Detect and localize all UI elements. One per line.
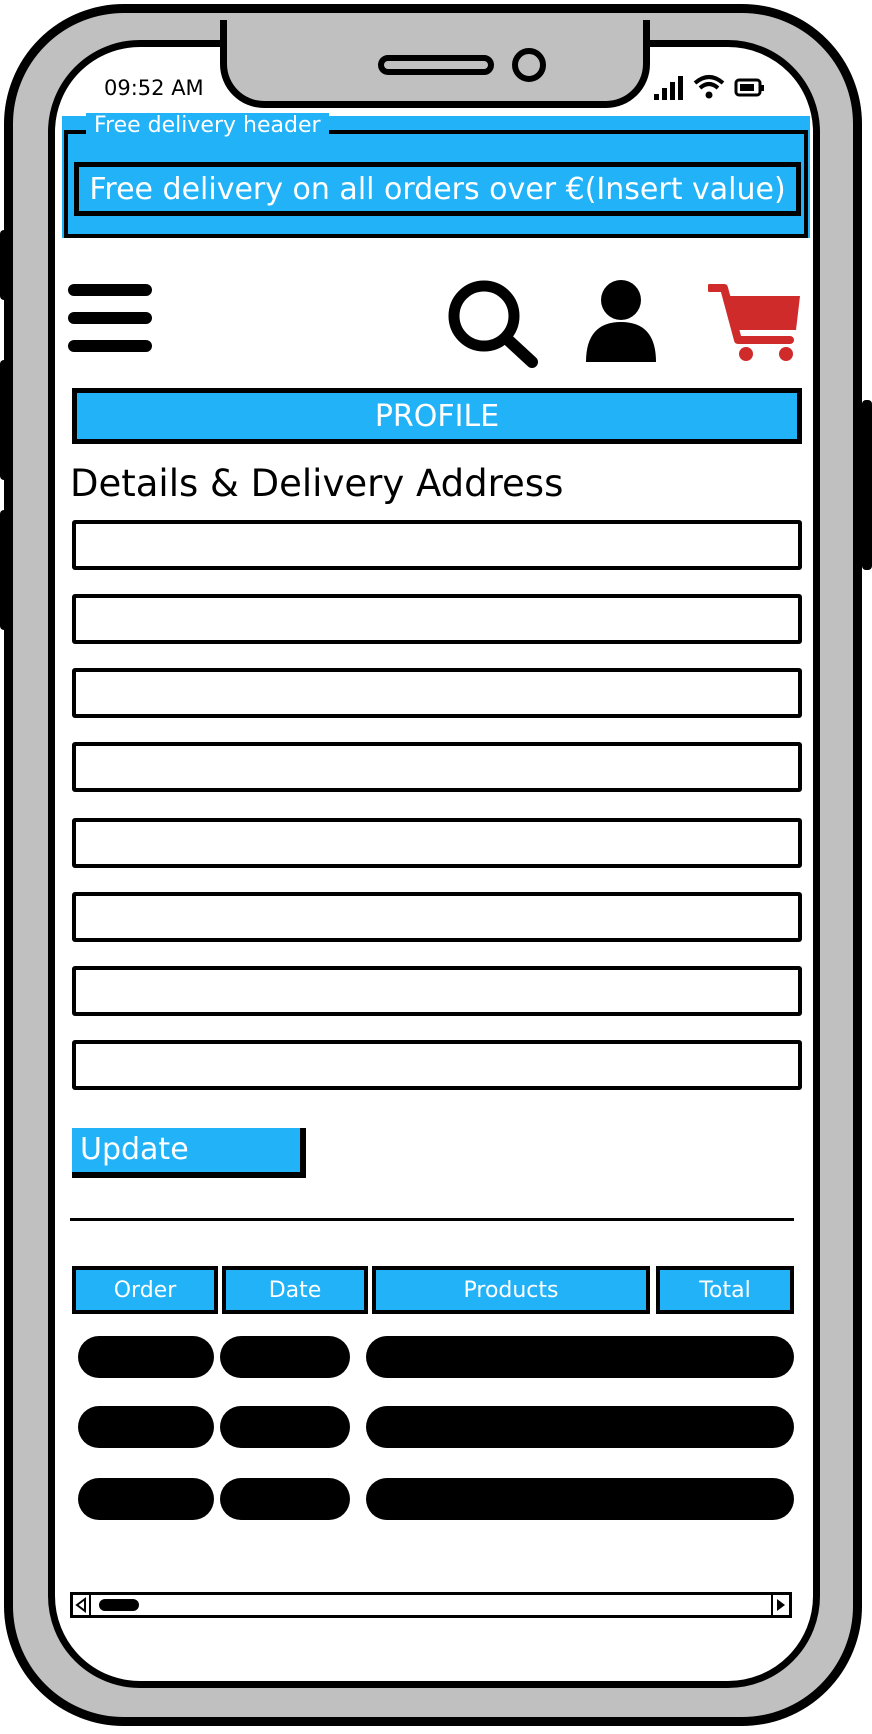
table-cell-scribble bbox=[658, 1336, 794, 1378]
scroll-left-arrow-icon[interactable] bbox=[73, 1595, 91, 1615]
profile-button[interactable]: PROFILE bbox=[72, 388, 802, 444]
details-field-4[interactable] bbox=[72, 742, 802, 792]
section-divider bbox=[70, 1218, 794, 1221]
free-delivery-banner[interactable]: Free delivery on all orders over €(Inser… bbox=[74, 162, 801, 216]
table-cell-scribble bbox=[220, 1406, 350, 1448]
table-row[interactable] bbox=[72, 1330, 794, 1384]
mute-switch bbox=[0, 230, 10, 300]
table-cell-scribble bbox=[78, 1478, 214, 1520]
wifi-icon bbox=[693, 75, 725, 99]
column-header-date[interactable]: Date bbox=[222, 1266, 368, 1314]
hamburger-icon[interactable] bbox=[68, 284, 152, 356]
user-icon[interactable] bbox=[584, 278, 658, 364]
details-field-8[interactable] bbox=[72, 1040, 802, 1090]
details-field-5[interactable] bbox=[72, 818, 802, 868]
horizontal-scrollbar[interactable] bbox=[70, 1592, 792, 1618]
free-delivery-header-label: Free delivery header bbox=[86, 113, 329, 138]
signal-icon bbox=[654, 76, 683, 100]
power-button bbox=[862, 400, 872, 570]
details-field-6[interactable] bbox=[72, 892, 802, 942]
details-field-2[interactable] bbox=[72, 594, 802, 644]
speaker-icon bbox=[378, 55, 494, 75]
status-time: 09:52 AM bbox=[104, 76, 204, 100]
table-cell-scribble bbox=[658, 1406, 794, 1448]
details-field-7[interactable] bbox=[72, 966, 802, 1016]
details-field-3[interactable] bbox=[72, 668, 802, 718]
column-header-order[interactable]: Order bbox=[72, 1266, 218, 1314]
table-cell-scribble bbox=[78, 1336, 214, 1378]
details-section-title: Details & Delivery Address bbox=[70, 462, 564, 505]
battery-icon bbox=[734, 78, 764, 97]
details-field-1[interactable] bbox=[72, 520, 802, 570]
scroll-right-arrow-icon[interactable] bbox=[771, 1595, 789, 1615]
volume-up-button bbox=[0, 360, 10, 480]
cart-icon[interactable] bbox=[708, 282, 802, 364]
table-cell-scribble bbox=[220, 1336, 350, 1378]
table-cell-scribble bbox=[220, 1478, 350, 1520]
search-icon[interactable] bbox=[446, 278, 542, 370]
volume-down-button bbox=[0, 510, 10, 630]
update-details-button[interactable]: Update Details bbox=[72, 1128, 306, 1211]
column-header-products[interactable]: Products bbox=[372, 1266, 650, 1314]
scrollbar-thumb[interactable] bbox=[99, 1599, 139, 1611]
column-header-total[interactable]: Total bbox=[656, 1266, 794, 1314]
table-cell-scribble bbox=[658, 1478, 794, 1520]
camera-icon bbox=[512, 48, 546, 82]
table-row[interactable] bbox=[72, 1472, 794, 1526]
table-row[interactable] bbox=[72, 1400, 794, 1454]
table-cell-scribble bbox=[78, 1406, 214, 1448]
